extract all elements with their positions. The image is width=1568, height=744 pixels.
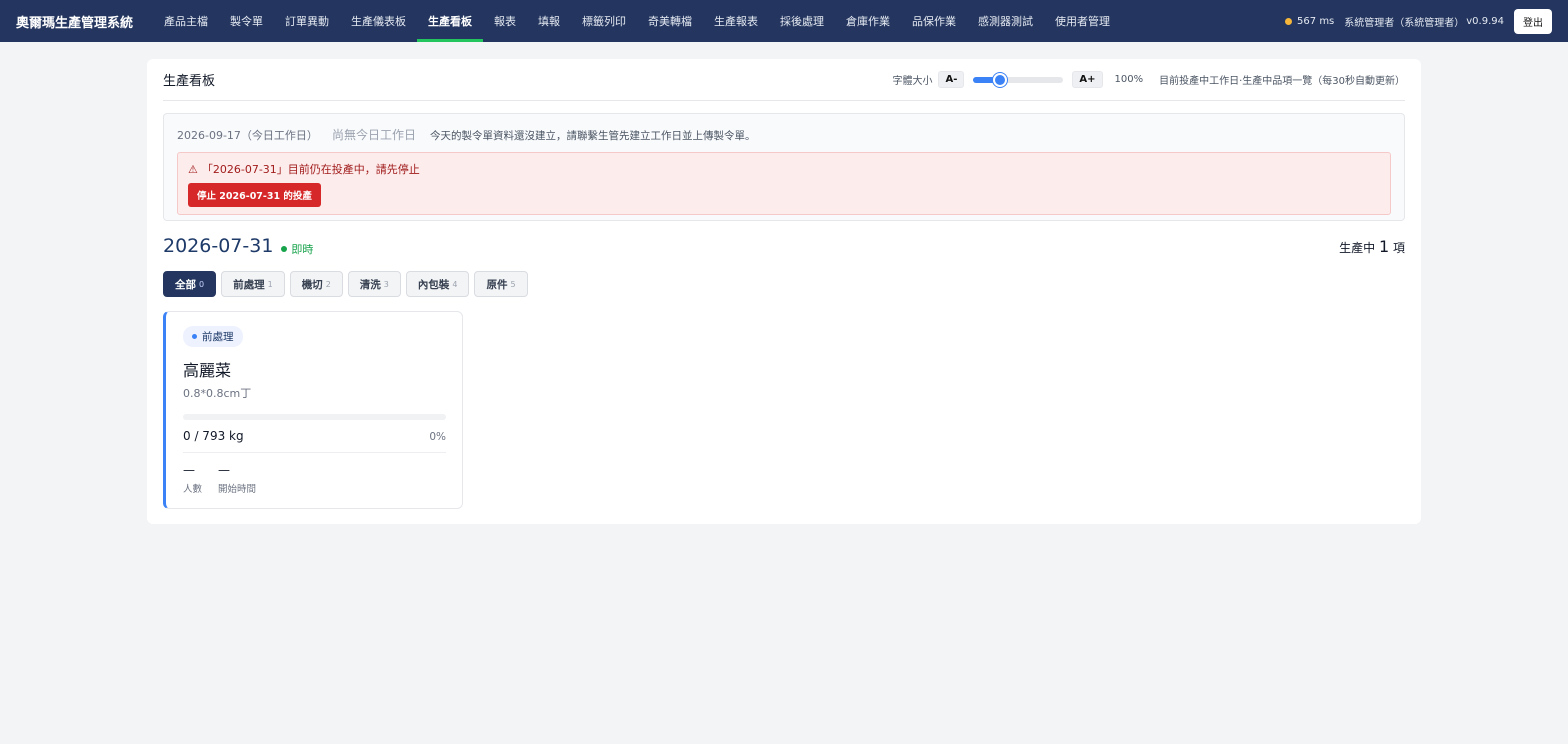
filter-tab-label: 清洗 — [359, 278, 381, 291]
warning-icon: ⚠ — [188, 162, 198, 176]
quantity-row: 0 / 793 kg 0% — [183, 429, 446, 443]
no-workday-text: 尚無今日工作日 — [331, 128, 416, 142]
top-navbar: 奧爾瑪生產管理系統 產品主檔 製令單 訂單異動 生產儀表板 生產看板 報表 填報 標籤列印 奇美… — [0, 0, 1568, 42]
filter-tab-label: 全部 — [175, 278, 196, 291]
production-date: 2026-07-31 — [163, 235, 274, 257]
font-decrease-button[interactable]: A- — [938, 71, 965, 88]
nav-item-11[interactable]: 倉庫作業 — [835, 0, 901, 42]
page-title: 生產看板 — [163, 74, 216, 89]
filter-tab-count: 3 — [383, 279, 389, 289]
nav-item-12[interactable]: 品保作業 — [901, 0, 967, 42]
nav-item-5[interactable]: 報表 — [483, 0, 527, 42]
live-indicator: 即時 — [281, 241, 313, 257]
card-meta: — 人數 — 開始時間 — [183, 463, 446, 495]
card-divider — [183, 452, 446, 453]
live-label: 即時 — [291, 243, 314, 256]
app-title: 奧爾瑪生產管理系統 — [16, 15, 134, 31]
workers-value: — — [183, 463, 195, 477]
alert-message: 「2026-07-31」目前仍在投產中，請先停止 — [201, 163, 420, 176]
nav-item-0[interactable]: 產品主檔 — [153, 0, 219, 42]
stage-label: 前處理 — [202, 331, 234, 343]
latency-indicator: 567 ms — [1285, 16, 1334, 27]
filter-tab-count: 1 — [267, 279, 273, 289]
production-item-card[interactable]: 前處理 高麗菜 0.8*0.8cm丁 0 / 793 kg 0% — 人數 — … — [163, 311, 463, 509]
current-user: 系統管理者（系統管理者） — [1344, 17, 1465, 29]
nav-item-8[interactable]: 奇美轉檔 — [637, 0, 703, 42]
workday-info-box: 2026-09-17（今日工作日） 尚無今日工作日 今天的製令單資料還沒建立，請… — [163, 113, 1405, 221]
production-alert: ⚠ 「2026-07-31」目前仍在投產中，請先停止 停止 2026-07-31… — [177, 152, 1391, 215]
in-production-count: 生產中 1 項 — [1339, 237, 1405, 256]
top-right-status: 567 ms 系統管理者（系統管理者） v0.9.94 登出 — [1285, 0, 1552, 42]
stage-filter-tabs: 全部 0 前處理 1 機切 2 清洗 3 內包裝 4 原件 5 — [163, 271, 1405, 297]
filter-tab-3[interactable]: 清洗 3 — [347, 271, 401, 297]
latency-text: 567 ms — [1297, 15, 1335, 27]
workers-label: 人數 — [183, 484, 203, 495]
nav-item-1[interactable]: 製令單 — [219, 0, 274, 42]
status-dot-icon — [1285, 17, 1293, 25]
filter-tab-label: 原件 — [486, 278, 508, 291]
board-subtitle: 目前投產中工作日·生產中品項一覽（每30秒自動更新） — [1159, 76, 1405, 87]
nav-item-14[interactable]: 使用者管理 — [1044, 0, 1121, 42]
filter-tab-count: 0 — [199, 279, 205, 289]
alert-text-row: ⚠ 「2026-07-31」目前仍在投產中，請先停止 — [188, 161, 1380, 177]
production-date-row: 2026-07-31 即時 生產中 1 項 — [163, 235, 1405, 257]
filter-tab-0[interactable]: 全部 0 — [163, 271, 217, 297]
start-time-label: 開始時間 — [218, 484, 257, 495]
quantity-text: 0 / 793 kg — [183, 429, 244, 443]
filter-tab-count: 5 — [510, 279, 516, 289]
filter-tab-5[interactable]: 原件 5 — [474, 271, 528, 297]
start-time-stat: — 開始時間 — [218, 463, 256, 495]
board-header: 生產看板 字體大小 A- A+ 100% 目前投產中工作日·生產中品項一覽（每3… — [163, 59, 1405, 101]
font-size-label: 字體大小 — [892, 76, 933, 87]
start-time-value: — — [218, 463, 231, 477]
board-panel: 生產看板 字體大小 A- A+ 100% 目前投產中工作日·生產中品項一覽（每3… — [147, 59, 1421, 524]
filter-tab-count: 4 — [452, 279, 458, 289]
font-increase-button[interactable]: A+ — [1072, 71, 1103, 88]
today-date: 2026-09-17（今日工作日） — [177, 129, 318, 142]
nav-item-4[interactable]: 生產看板 — [417, 0, 484, 42]
filter-tab-label: 內包裝 — [417, 278, 450, 291]
product-name: 高麗菜 — [183, 361, 232, 380]
filter-tab-label: 前處理 — [233, 278, 265, 291]
logout-button[interactable]: 登出 — [1514, 8, 1552, 34]
font-slider-handle[interactable] — [993, 72, 1008, 87]
count-value: 1 — [1378, 236, 1390, 256]
live-dot-icon — [281, 246, 288, 252]
font-size-slider[interactable] — [973, 72, 1064, 87]
nav-item-13[interactable]: 感測器測試 — [967, 0, 1044, 42]
main-nav: 產品主檔 製令單 訂單異動 生產儀表板 生產看板 報表 填報 標籤列印 奇美轉檔 生產報表 採後處理… — [153, 0, 1121, 42]
nav-item-6[interactable]: 填報 — [527, 0, 571, 42]
filter-tab-2[interactable]: 機切 2 — [289, 271, 343, 297]
filter-tab-1[interactable]: 前處理 1 — [221, 271, 285, 297]
stage-badge: 前處理 — [183, 326, 243, 347]
filter-tab-label: 機切 — [301, 278, 323, 291]
app-version: v0.9.94 — [1466, 15, 1504, 27]
nav-item-3[interactable]: 生產儀表板 — [340, 0, 417, 42]
filter-tab-count: 2 — [325, 279, 331, 289]
stage-dot-icon — [192, 334, 197, 339]
stop-production-button[interactable]: 停止 2026-07-31 的投產 — [188, 183, 321, 207]
workday-message: 今天的製令單資料還沒建立，請聯繫生管先建立工作日並上傳製令單。 — [429, 130, 756, 142]
product-spec: 0.8*0.8cm丁 — [183, 387, 252, 400]
production-date-group: 2026-07-31 即時 — [163, 235, 313, 257]
font-size-control: 字體大小 A- A+ 100% 目前投產中工作日·生產中品項一覽（每30秒自動更… — [892, 71, 1405, 88]
workers-stat: — 人數 — [183, 463, 202, 495]
count-prefix: 生產中 — [1339, 240, 1376, 255]
nav-item-10[interactable]: 採後處理 — [769, 0, 835, 42]
workday-info-line: 2026-09-17（今日工作日） 尚無今日工作日 今天的製令單資料還沒建立，請… — [177, 126, 1391, 143]
progress-percent: 0% — [429, 431, 446, 443]
nav-item-9[interactable]: 生產報表 — [703, 0, 769, 42]
progress-bar — [183, 414, 446, 420]
nav-item-2[interactable]: 訂單異動 — [274, 0, 340, 42]
count-suffix: 項 — [1392, 240, 1405, 255]
filter-tab-4[interactable]: 內包裝 4 — [405, 271, 470, 297]
font-size-percent: 100% — [1114, 74, 1144, 85]
nav-item-7[interactable]: 標籤列印 — [571, 0, 637, 42]
